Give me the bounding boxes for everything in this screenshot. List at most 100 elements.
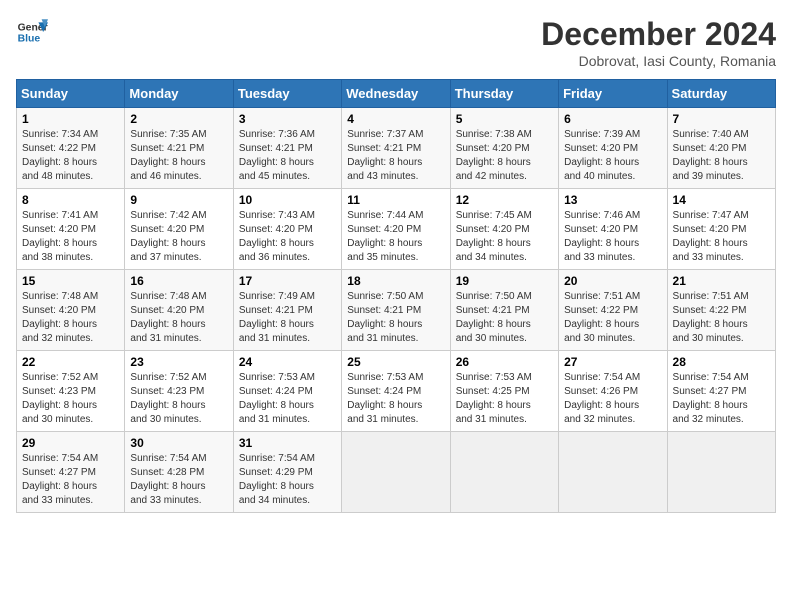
logo-icon: General Blue — [16, 16, 48, 48]
week-row-2: 8 Sunrise: 7:41 AMSunset: 4:20 PMDaylight… — [17, 189, 776, 270]
day-number: 7 — [673, 112, 770, 126]
day-number: 19 — [456, 274, 553, 288]
calendar-cell: 4 Sunrise: 7:37 AMSunset: 4:21 PMDaylight… — [342, 108, 450, 189]
calendar-cell: 27 Sunrise: 7:54 AMSunset: 4:26 PMDayligh… — [559, 351, 667, 432]
calendar-cell: 26 Sunrise: 7:53 AMSunset: 4:25 PMDayligh… — [450, 351, 558, 432]
day-number: 25 — [347, 355, 444, 369]
header-monday: Monday — [125, 80, 233, 108]
calendar-header-row: SundayMondayTuesdayWednesdayThursdayFrid… — [17, 80, 776, 108]
day-info: Sunrise: 7:54 AMSunset: 4:28 PMDaylight:… — [130, 452, 227, 508]
day-info: Sunrise: 7:53 AMSunset: 4:24 PMDaylight:… — [239, 371, 336, 427]
day-info: Sunrise: 7:40 AMSunset: 4:20 PMDaylight:… — [673, 128, 770, 184]
calendar-cell: 13Sunrise: 7:46 AMSunset: 4:20 PMDayligh… — [559, 189, 667, 270]
day-number: 22 — [22, 355, 119, 369]
week-row-3: 15 Sunrise: 7:48 AMSunset: 4:20 PMDayligh… — [17, 270, 776, 351]
header-saturday: Saturday — [667, 80, 775, 108]
header-friday: Friday — [559, 80, 667, 108]
day-info: Sunrise: 7:45 AMSunset: 4:20 PMDaylight:… — [456, 209, 553, 265]
location: Dobrovat, Iasi County, Romania — [541, 53, 776, 69]
day-number: 13 — [564, 193, 661, 207]
day-info: Sunrise: 7:48 AMSunset: 4:20 PMDaylight:… — [22, 290, 119, 346]
calendar-cell: 31 Sunrise: 7:54 AMSunset: 4:29 PMDayligh… — [233, 432, 341, 513]
day-info: Sunrise: 7:37 AMSunset: 4:21 PMDaylight:… — [347, 128, 444, 184]
header-sunday: Sunday — [17, 80, 125, 108]
day-info: Sunrise: 7:44 AMSunset: 4:20 PMDaylight:… — [347, 209, 444, 265]
day-info: Sunrise: 7:35 AMSunset: 4:21 PMDaylight:… — [130, 128, 227, 184]
week-row-5: 29Sunrise: 7:54 AMSunset: 4:27 PMDayligh… — [17, 432, 776, 513]
day-info: Sunrise: 7:47 AMSunset: 4:20 PMDaylight:… — [673, 209, 770, 265]
day-info: Sunrise: 7:51 AMSunset: 4:22 PMDaylight:… — [564, 290, 661, 346]
day-info: Sunrise: 7:54 AMSunset: 4:26 PMDaylight:… — [564, 371, 661, 427]
day-number: 18 — [347, 274, 444, 288]
week-row-1: 1 Sunrise: 7:34 AMSunset: 4:22 PMDaylight… — [17, 108, 776, 189]
day-number: 20 — [564, 274, 661, 288]
calendar-cell: 25 Sunrise: 7:53 AMSunset: 4:24 PMDayligh… — [342, 351, 450, 432]
header-tuesday: Tuesday — [233, 80, 341, 108]
day-number: 31 — [239, 436, 336, 450]
day-number: 15 — [22, 274, 119, 288]
calendar-cell: 9Sunrise: 7:42 AMSunset: 4:20 PMDaylight… — [125, 189, 233, 270]
svg-text:Blue: Blue — [18, 34, 41, 45]
day-info: Sunrise: 7:34 AMSunset: 4:22 PMDaylight:… — [22, 128, 119, 184]
day-info: Sunrise: 7:41 AMSunset: 4:20 PMDaylight:… — [22, 209, 119, 265]
calendar-cell: 23 Sunrise: 7:52 AMSunset: 4:23 PMDayligh… — [125, 351, 233, 432]
week-row-4: 22 Sunrise: 7:52 AMSunset: 4:23 PMDayligh… — [17, 351, 776, 432]
day-number: 27 — [564, 355, 661, 369]
day-number: 8 — [22, 193, 119, 207]
day-number: 21 — [673, 274, 770, 288]
calendar-cell: 2Sunrise: 7:35 AMSunset: 4:21 PMDaylight… — [125, 108, 233, 189]
day-number: 17 — [239, 274, 336, 288]
calendar-table: SundayMondayTuesdayWednesdayThursdayFrid… — [16, 79, 776, 513]
header-wednesday: Wednesday — [342, 80, 450, 108]
calendar-cell — [342, 432, 450, 513]
day-number: 12 — [456, 193, 553, 207]
day-info: Sunrise: 7:48 AMSunset: 4:20 PMDaylight:… — [130, 290, 227, 346]
day-number: 23 — [130, 355, 227, 369]
day-number: 29 — [22, 436, 119, 450]
calendar-cell: 1 Sunrise: 7:34 AMSunset: 4:22 PMDaylight… — [17, 108, 125, 189]
calendar-cell — [667, 432, 775, 513]
calendar-cell: 22Sunrise: 7:52 AMSunset: 4:23 PMDayligh… — [17, 351, 125, 432]
month-title: December 2024 — [541, 16, 776, 53]
calendar-cell: 29Sunrise: 7:54 AMSunset: 4:27 PMDayligh… — [17, 432, 125, 513]
day-info: Sunrise: 7:52 AMSunset: 4:23 PMDaylight:… — [130, 371, 227, 427]
day-number: 26 — [456, 355, 553, 369]
calendar-cell: 14 Sunrise: 7:47 AMSunset: 4:20 PMDayligh… — [667, 189, 775, 270]
calendar-cell: 7 Sunrise: 7:40 AMSunset: 4:20 PMDaylight… — [667, 108, 775, 189]
calendar-cell: 17Sunrise: 7:49 AMSunset: 4:21 PMDayligh… — [233, 270, 341, 351]
day-info: Sunrise: 7:53 AMSunset: 4:24 PMDaylight:… — [347, 371, 444, 427]
calendar-cell: 21 Sunrise: 7:51 AMSunset: 4:22 PMDayligh… — [667, 270, 775, 351]
calendar-cell: 6 Sunrise: 7:39 AMSunset: 4:20 PMDaylight… — [559, 108, 667, 189]
day-info: Sunrise: 7:36 AMSunset: 4:21 PMDaylight:… — [239, 128, 336, 184]
title-area: December 2024 Dobrovat, Iasi County, Rom… — [541, 16, 776, 69]
day-number: 1 — [22, 112, 119, 126]
calendar-cell: 24 Sunrise: 7:53 AMSunset: 4:24 PMDayligh… — [233, 351, 341, 432]
day-info: Sunrise: 7:53 AMSunset: 4:25 PMDaylight:… — [456, 371, 553, 427]
day-number: 28 — [673, 355, 770, 369]
page-header: General Blue December 2024 Dobrovat, Ias… — [16, 16, 776, 69]
day-info: Sunrise: 7:54 AMSunset: 4:27 PMDaylight:… — [673, 371, 770, 427]
calendar-cell: 28 Sunrise: 7:54 AMSunset: 4:27 PMDayligh… — [667, 351, 775, 432]
day-number: 24 — [239, 355, 336, 369]
day-number: 16 — [130, 274, 227, 288]
day-info: Sunrise: 7:51 AMSunset: 4:22 PMDaylight:… — [673, 290, 770, 346]
day-number: 3 — [239, 112, 336, 126]
day-number: 30 — [130, 436, 227, 450]
logo: General Blue — [16, 16, 48, 48]
calendar-cell: 12 Sunrise: 7:45 AMSunset: 4:20 PMDayligh… — [450, 189, 558, 270]
calendar-cell: 10Sunrise: 7:43 AMSunset: 4:20 PMDayligh… — [233, 189, 341, 270]
calendar-cell: 16 Sunrise: 7:48 AMSunset: 4:20 PMDayligh… — [125, 270, 233, 351]
day-number: 4 — [347, 112, 444, 126]
day-info: Sunrise: 7:39 AMSunset: 4:20 PMDaylight:… — [564, 128, 661, 184]
calendar-cell: 8 Sunrise: 7:41 AMSunset: 4:20 PMDaylight… — [17, 189, 125, 270]
day-number: 5 — [456, 112, 553, 126]
calendar-cell: 15 Sunrise: 7:48 AMSunset: 4:20 PMDayligh… — [17, 270, 125, 351]
day-info: Sunrise: 7:42 AMSunset: 4:20 PMDaylight:… — [130, 209, 227, 265]
day-number: 14 — [673, 193, 770, 207]
calendar-cell: 18Sunrise: 7:50 AMSunset: 4:21 PMDayligh… — [342, 270, 450, 351]
calendar-cell: 3 Sunrise: 7:36 AMSunset: 4:21 PMDaylight… — [233, 108, 341, 189]
day-number: 6 — [564, 112, 661, 126]
day-number: 10 — [239, 193, 336, 207]
calendar-cell: 5Sunrise: 7:38 AMSunset: 4:20 PMDaylight… — [450, 108, 558, 189]
day-info: Sunrise: 7:54 AMSunset: 4:29 PMDaylight:… — [239, 452, 336, 508]
